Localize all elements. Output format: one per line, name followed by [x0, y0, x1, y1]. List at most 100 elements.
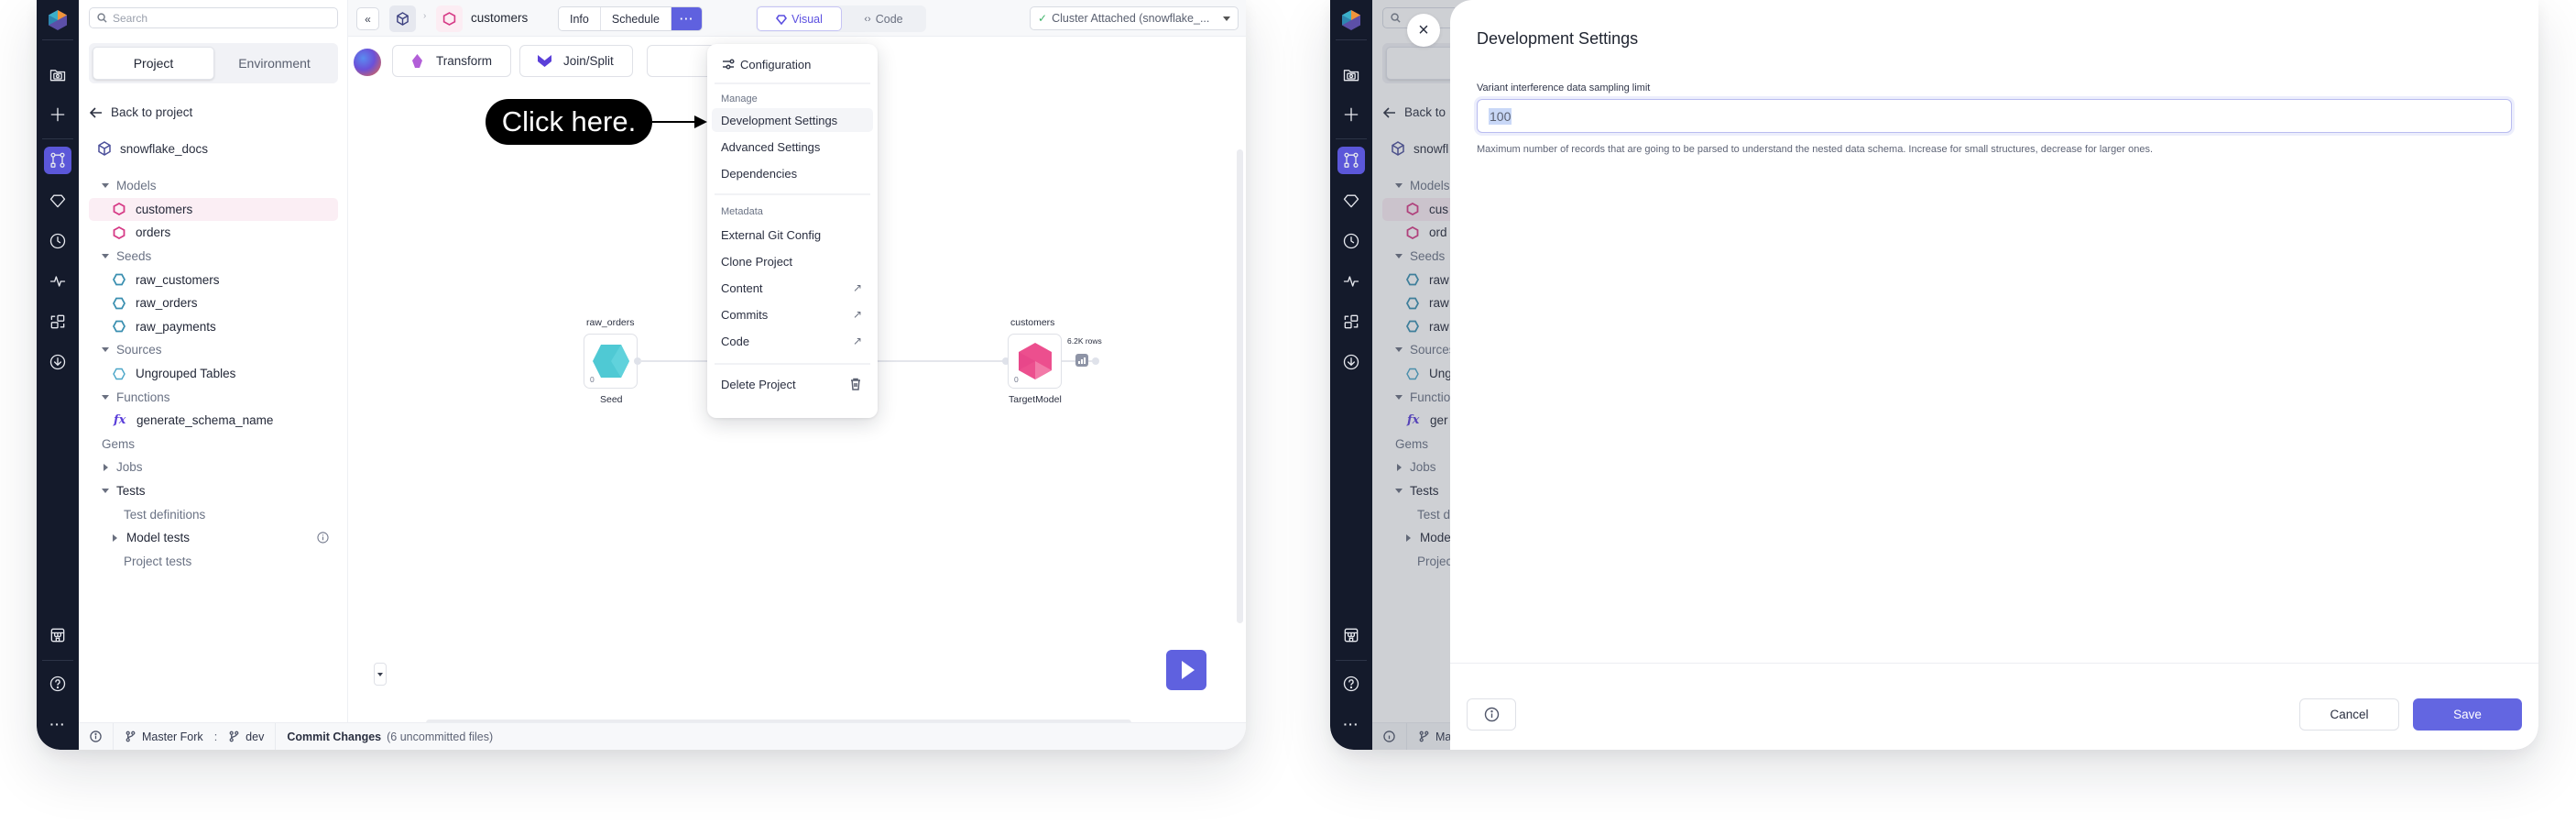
tree-group-seeds[interactable]: Seeds — [89, 245, 338, 269]
target-model-gem-icon — [1018, 343, 1052, 379]
rail-more-button[interactable]: ··· — [1337, 710, 1365, 738]
rail-marketplace-button[interactable] — [44, 621, 71, 649]
rail-gems-button[interactable] — [1337, 187, 1365, 214]
tree-item-model[interactable]: orders — [89, 221, 338, 245]
node-count: 0 — [1014, 375, 1019, 384]
rail-observability-button[interactable] — [1337, 268, 1365, 295]
save-button[interactable]: Save — [2413, 698, 2522, 731]
tab-environment[interactable]: Environment — [214, 47, 334, 80]
menu-item-dependencies[interactable]: Dependencies — [712, 161, 873, 185]
info-icon — [1484, 707, 1499, 722]
dialog-title: Development Settings — [1477, 29, 1639, 48]
project-name[interactable]: snowflake_docs — [97, 141, 208, 156]
tree-group-jobs[interactable]: Jobs — [89, 456, 338, 479]
rail-projects-button[interactable] — [1337, 147, 1365, 174]
tree-item-source[interactable]: Ungrouped Tables — [89, 362, 338, 386]
rail-help-button[interactable] — [44, 670, 71, 698]
uncommitted-count: (6 uncommitted files) — [387, 730, 494, 743]
node-count: 0 — [590, 375, 595, 384]
rail-help-button[interactable] — [1337, 670, 1365, 698]
info-tab[interactable]: Info — [559, 7, 601, 30]
rail-observability-button[interactable] — [44, 268, 71, 295]
rail-more-button[interactable]: ··· — [44, 710, 71, 738]
tree-item-project-tests[interactable]: Project tests — [89, 550, 338, 574]
rail-deploy-button[interactable] — [44, 348, 71, 376]
tree-item-model[interactable]: customers — [89, 197, 338, 222]
dialog-info-button[interactable] — [1467, 698, 1516, 731]
branch-selector[interactable]: Master Fork : dev — [114, 723, 277, 750]
gem-icon — [49, 194, 66, 208]
play-icon — [1181, 661, 1195, 679]
visual-label: Visual — [791, 12, 823, 26]
group-label: Tests — [116, 484, 146, 499]
gem-category-transform[interactable]: Transform — [392, 45, 512, 77]
help-circle-icon — [49, 676, 66, 692]
output-port[interactable] — [1092, 357, 1099, 365]
breadcrumb-project[interactable] — [389, 5, 416, 32]
rail-gems-button[interactable] — [44, 187, 71, 214]
sampling-limit-input[interactable]: 100 — [1477, 99, 2512, 133]
menu-item-development-settings[interactable]: Development Settings — [712, 108, 873, 132]
tree-group-functions[interactable]: Functions — [89, 385, 338, 409]
tree-item-function[interactable]: fx generate_schema_name — [89, 409, 338, 433]
tree-item-seed[interactable]: raw_customers — [89, 268, 338, 291]
rail-projects-button[interactable] — [44, 147, 71, 174]
commit-changes-button[interactable]: Commit Changes (6 uncommitted files) — [276, 723, 504, 750]
item-label: raw_orders — [136, 296, 198, 311]
run-button[interactable] — [1166, 650, 1206, 690]
cancel-button[interactable]: Cancel — [2299, 698, 2399, 731]
menu-item-configuration[interactable]: Configuration — [712, 52, 873, 76]
more-options-button[interactable]: ··· — [671, 7, 703, 30]
rail-schedule-button[interactable] — [44, 227, 71, 255]
graph-node-target-model[interactable]: 0 — [1008, 334, 1062, 389]
tree-group-gems[interactable]: Gems — [89, 433, 338, 456]
search-placeholder: Search — [113, 11, 148, 25]
tree-item-seed[interactable]: raw_payments — [89, 315, 338, 339]
rail-lineage-button[interactable] — [1337, 308, 1365, 335]
graph-node-seed[interactable]: 0 — [584, 334, 638, 389]
gem-category-join-split[interactable]: Join/Split — [519, 45, 633, 77]
search-input[interactable]: Search — [89, 7, 338, 28]
cluster-selector[interactable]: ✓ Cluster Attached (snowflake_... — [1030, 6, 1239, 30]
rail-marketplace-button[interactable] — [1337, 621, 1365, 649]
rail-deploy-button[interactable] — [1337, 348, 1365, 376]
canvas-options-dropdown[interactable] — [374, 663, 387, 686]
collapse-panel-button[interactable]: « — [356, 7, 379, 30]
tree-item-seed[interactable]: raw_orders — [89, 291, 338, 315]
breadcrumb-model-name: customers — [471, 11, 529, 25]
info-icon[interactable] — [317, 532, 329, 544]
panel-tab-switcher: Project Environment — [89, 43, 338, 83]
code-view-tab[interactable]: ‹› Code — [842, 6, 925, 31]
visual-view-tab[interactable]: Visual — [757, 6, 842, 31]
menu-item-code[interactable]: Code ↗ — [712, 329, 873, 353]
visual-canvas[interactable]: Transform Join/Split h raw_orders 0 Seed… — [348, 37, 1246, 726]
menu-item-content[interactable]: Content ↗ — [712, 276, 873, 300]
rail-schedule-button[interactable] — [1337, 227, 1365, 255]
tree-group-tests[interactable]: Tests — [89, 479, 338, 503]
schedule-tab[interactable]: Schedule — [601, 7, 671, 30]
tree-group-sources[interactable]: Sources — [89, 338, 338, 362]
tab-project[interactable]: Project — [93, 47, 214, 80]
menu-item-advanced-settings[interactable]: Advanced Settings — [712, 135, 873, 159]
tree-item-test-definitions[interactable]: Test definitions — [89, 502, 338, 526]
close-dialog-button[interactable]: × — [1407, 14, 1440, 47]
vertical-scrollbar[interactable] — [1237, 149, 1243, 623]
group-label: Seeds — [116, 249, 152, 264]
menu-item-commits[interactable]: Commits ↗ — [712, 302, 873, 326]
breadcrumb-model-icon[interactable] — [436, 5, 463, 32]
data-preview-icon[interactable] — [1075, 354, 1088, 367]
menu-item-delete-project[interactable]: Delete Project — [712, 372, 873, 396]
group-label: Gems — [102, 436, 136, 451]
tree-group-models[interactable]: Models — [89, 174, 338, 198]
rail-lineage-button[interactable] — [44, 308, 71, 335]
menu-item-clone-project[interactable]: Clone Project — [712, 249, 873, 273]
rail-create-button[interactable] — [44, 101, 71, 128]
back-to-project-link[interactable]: Back to project — [90, 105, 192, 119]
menu-item-external-git-config[interactable]: External Git Config — [712, 223, 873, 247]
rail-browse-button[interactable] — [44, 60, 71, 88]
gem-palette-logo-icon[interactable] — [354, 49, 381, 76]
rail-create-button[interactable] — [1337, 101, 1365, 128]
tree-item-model-tests[interactable]: Model tests — [89, 526, 338, 550]
status-info-button[interactable] — [79, 723, 114, 750]
rail-browse-button[interactable] — [1337, 60, 1365, 88]
